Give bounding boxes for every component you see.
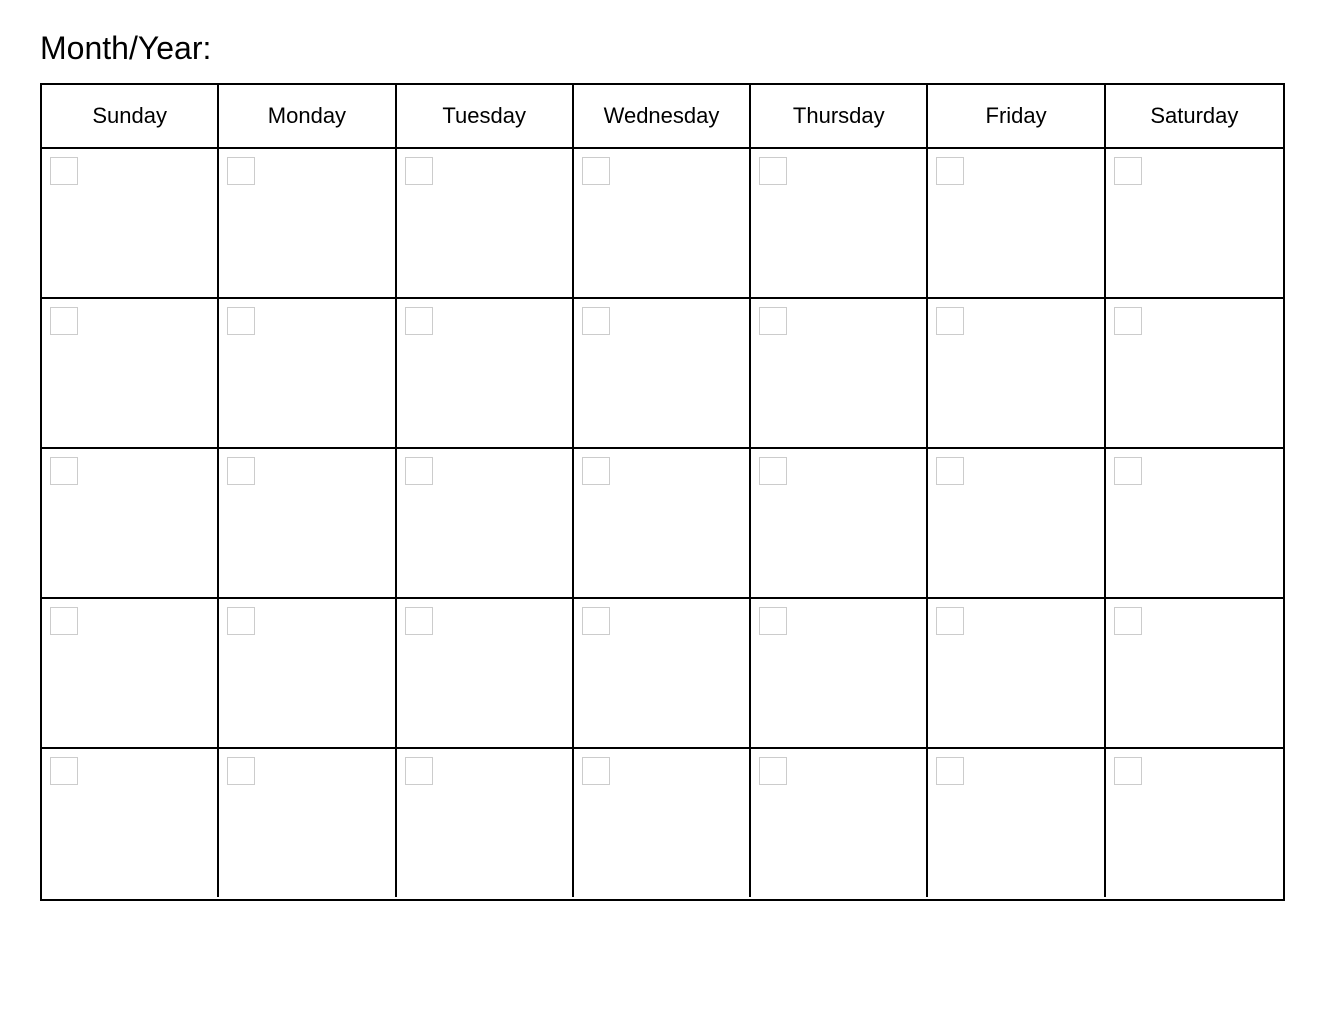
cell-r4-thu <box>751 599 928 747</box>
cell-r2-wed <box>574 299 751 447</box>
cell-r2-sun <box>42 299 219 447</box>
date-box <box>582 307 610 335</box>
calendar: Sunday Monday Tuesday Wednesday Thursday… <box>40 83 1285 901</box>
day-monday: Monday <box>219 85 396 147</box>
cell-r5-wed <box>574 749 751 897</box>
calendar-header: Sunday Monday Tuesday Wednesday Thursday… <box>42 85 1283 149</box>
date-box <box>759 757 787 785</box>
day-tuesday: Tuesday <box>397 85 574 147</box>
day-thursday: Thursday <box>751 85 928 147</box>
cell-r4-sat <box>1106 599 1283 747</box>
date-box <box>582 607 610 635</box>
calendar-body <box>42 149 1283 899</box>
date-box <box>759 607 787 635</box>
month-year-label: Month/Year: <box>40 30 1285 67</box>
date-box <box>582 757 610 785</box>
date-box <box>759 457 787 485</box>
cell-r5-sat <box>1106 749 1283 897</box>
date-box <box>50 607 78 635</box>
date-box <box>50 157 78 185</box>
date-box <box>50 457 78 485</box>
date-box <box>227 457 255 485</box>
cell-r5-thu <box>751 749 928 897</box>
cell-r4-mon <box>219 599 396 747</box>
cell-r4-tue <box>397 599 574 747</box>
cell-r3-tue <box>397 449 574 597</box>
date-box <box>1114 757 1142 785</box>
cell-r3-sat <box>1106 449 1283 597</box>
calendar-row-3 <box>42 449 1283 599</box>
date-box <box>227 157 255 185</box>
cell-r3-thu <box>751 449 928 597</box>
date-box <box>405 157 433 185</box>
date-box <box>1114 157 1142 185</box>
day-sunday: Sunday <box>42 85 219 147</box>
cell-r1-thu <box>751 149 928 297</box>
date-box <box>1114 307 1142 335</box>
cell-r5-sun <box>42 749 219 897</box>
date-box <box>227 307 255 335</box>
calendar-row-5 <box>42 749 1283 899</box>
cell-r3-sun <box>42 449 219 597</box>
cell-r2-mon <box>219 299 396 447</box>
calendar-row-1 <box>42 149 1283 299</box>
cell-r1-sun <box>42 149 219 297</box>
calendar-row-2 <box>42 299 1283 449</box>
calendar-row-4 <box>42 599 1283 749</box>
date-box <box>1114 607 1142 635</box>
date-box <box>227 607 255 635</box>
cell-r1-tue <box>397 149 574 297</box>
date-box <box>405 607 433 635</box>
date-box <box>936 457 964 485</box>
cell-r1-wed <box>574 149 751 297</box>
date-box <box>405 457 433 485</box>
date-box <box>50 757 78 785</box>
cell-r5-tue <box>397 749 574 897</box>
date-box <box>759 307 787 335</box>
cell-r5-fri <box>928 749 1105 897</box>
date-box <box>227 757 255 785</box>
cell-r2-thu <box>751 299 928 447</box>
date-box <box>936 757 964 785</box>
date-box <box>582 457 610 485</box>
date-box <box>582 157 610 185</box>
cell-r2-fri <box>928 299 1105 447</box>
cell-r4-fri <box>928 599 1105 747</box>
date-box <box>50 307 78 335</box>
date-box <box>405 757 433 785</box>
cell-r1-sat <box>1106 149 1283 297</box>
day-saturday: Saturday <box>1106 85 1283 147</box>
cell-r1-mon <box>219 149 396 297</box>
date-box <box>936 607 964 635</box>
cell-r3-mon <box>219 449 396 597</box>
cell-r3-wed <box>574 449 751 597</box>
date-box <box>936 157 964 185</box>
date-box <box>405 307 433 335</box>
date-box <box>936 307 964 335</box>
cell-r1-fri <box>928 149 1105 297</box>
cell-r2-sat <box>1106 299 1283 447</box>
date-box <box>759 157 787 185</box>
date-box <box>1114 457 1142 485</box>
cell-r5-mon <box>219 749 396 897</box>
cell-r4-wed <box>574 599 751 747</box>
day-wednesday: Wednesday <box>574 85 751 147</box>
cell-r4-sun <box>42 599 219 747</box>
day-friday: Friday <box>928 85 1105 147</box>
cell-r2-tue <box>397 299 574 447</box>
cell-r3-fri <box>928 449 1105 597</box>
